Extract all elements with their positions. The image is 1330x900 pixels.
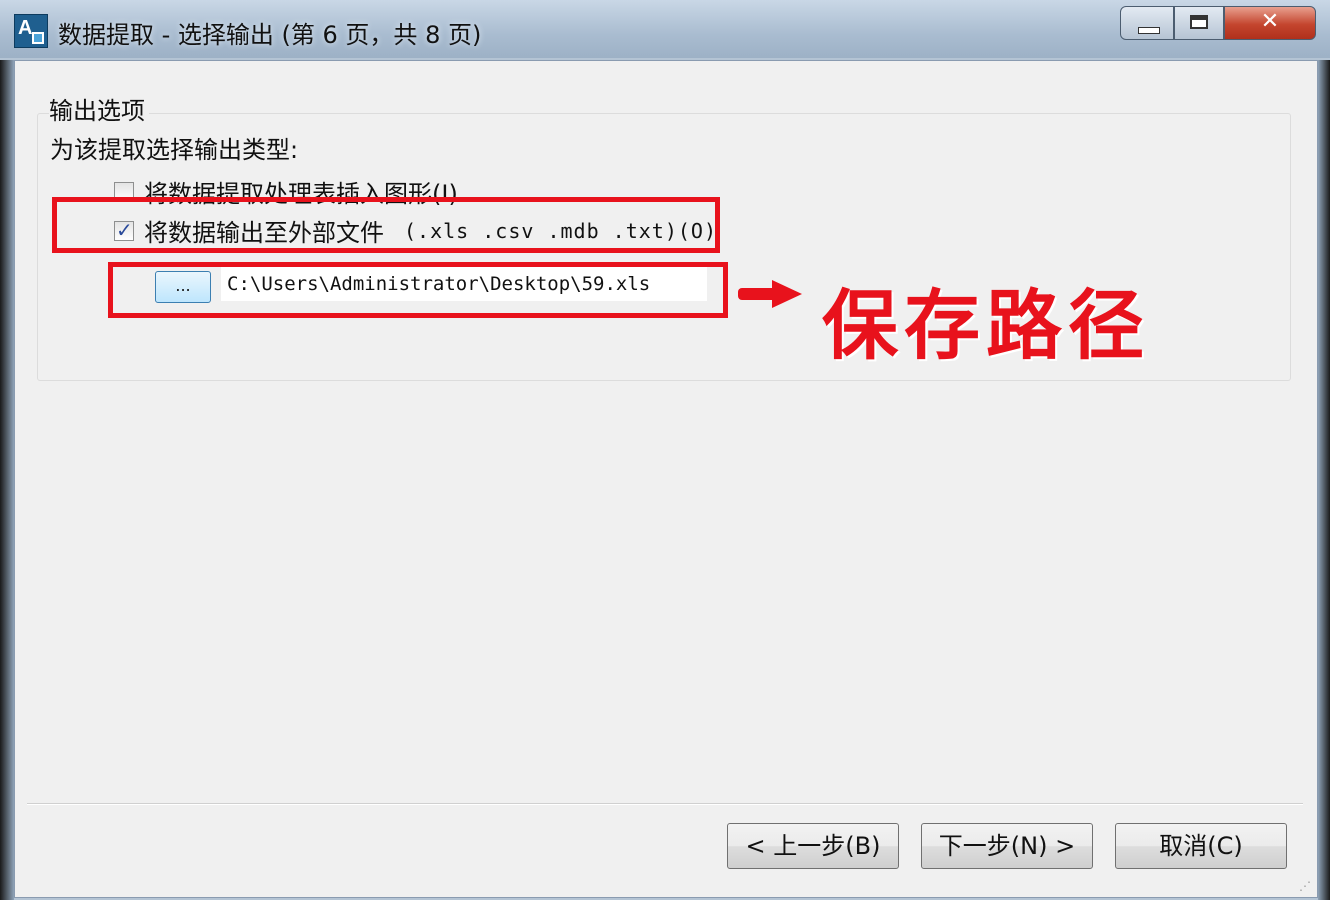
footer-separator: [27, 803, 1303, 805]
minimize-button[interactable]: [1120, 6, 1174, 40]
resize-grip-icon[interactable]: ⋰: [1299, 879, 1311, 893]
annotation-label: 保存路径: [822, 281, 1150, 370]
window-left-border: [0, 60, 14, 900]
close-button[interactable]: ✕: [1224, 6, 1316, 40]
annotation-arrow-icon: [738, 280, 802, 308]
maximize-button[interactable]: [1174, 6, 1224, 40]
dialog-client-area: 输出选项 为该提取选择输出类型: 将数据提取处理表插入图形(I) ✓ 将数据输出…: [14, 60, 1318, 898]
minimize-icon: [1138, 27, 1160, 34]
close-icon: ✕: [1260, 9, 1280, 34]
cancel-button[interactable]: 取消(C): [1115, 823, 1287, 869]
highlight-export-option: [52, 197, 720, 253]
window-controls: ✕: [1120, 6, 1316, 40]
next-button[interactable]: 下一步(N) >: [921, 823, 1093, 869]
window-title: 数据提取 - 选择输出 (第 6 页，共 8 页): [58, 21, 482, 49]
output-type-prompt: 为该提取选择输出类型:: [50, 136, 299, 164]
maximize-icon: [1190, 15, 1208, 29]
back-button[interactable]: < 上一步(B): [727, 823, 899, 869]
app-icon: A: [14, 14, 48, 48]
title-bar[interactable]: A 数据提取 - 选择输出 (第 6 页，共 8 页) ✕: [0, 0, 1330, 58]
group-title: 输出选项: [49, 91, 149, 126]
highlight-path: [108, 262, 728, 318]
window-right-border: [1318, 60, 1330, 900]
